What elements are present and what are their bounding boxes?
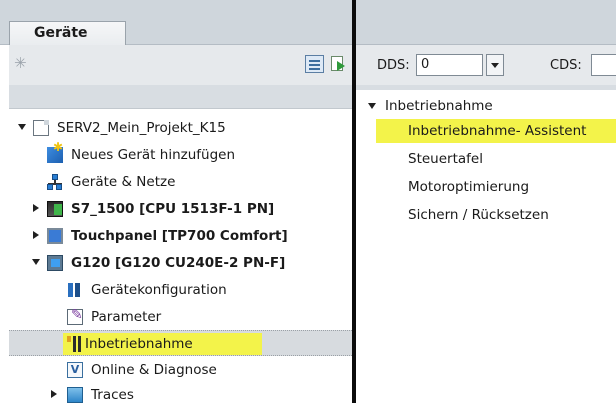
nav-item-label: Motoroptimierung (408, 179, 530, 195)
commissioning-icon (67, 336, 83, 352)
tree-item-online-diagnostics[interactable]: V Online & Diagnose (9, 357, 352, 383)
project-icon (33, 120, 49, 136)
tree-item-parameter[interactable]: Parameter (9, 304, 352, 330)
drive-toolbar: DDS: 0 CDS: (356, 45, 616, 85)
commissioning-pane: DDS: 0 CDS: Inbetriebnahme Inbetriebnahm… (356, 0, 616, 403)
group-label: Inbetriebnahme (385, 98, 493, 114)
tree-item-label: Geräte & Netze (71, 174, 176, 190)
tree-item-plc[interactable]: S7_1500 [CPU 1513F-1 PN] (9, 196, 352, 222)
tree-column-header (9, 85, 352, 109)
traces-folder-icon (67, 387, 83, 403)
nav-item-commissioning-wizard[interactable]: Inbetriebnahme- Assistent (356, 119, 616, 143)
network-icon (47, 174, 63, 190)
tree-item-commissioning[interactable]: Inbetriebnahme (9, 330, 352, 356)
tree-item-label: G120 [G120 CU240E-2 PN-F] (71, 255, 286, 271)
plc-icon (47, 201, 63, 217)
tree-item-label: Parameter (91, 309, 162, 325)
hmi-panel-icon (47, 228, 63, 244)
export-icon[interactable] (329, 55, 347, 73)
new-device-toolbar-icon[interactable]: ✳ (14, 54, 32, 72)
expand-arrow-icon[interactable] (18, 124, 26, 130)
detail-view-button[interactable] (305, 55, 324, 73)
expand-arrow-icon[interactable] (33, 204, 39, 212)
tree-item-hmi[interactable]: Touchpanel [TP700 Comfort] (9, 223, 352, 249)
project-tree-toolbar: ✳ (9, 45, 352, 85)
nav-item-label: Sichern / Rücksetzen (408, 207, 549, 223)
dds-value: 0 (421, 57, 430, 72)
tree-item-label: Gerätekonfiguration (91, 282, 227, 298)
nav-item-label: Steuertafel (408, 151, 483, 167)
dds-dropdown-button[interactable] (486, 54, 504, 76)
tree-item-label: SERV2_Mein_Projekt_K15 (57, 120, 226, 136)
drive-icon (47, 255, 63, 271)
dds-select[interactable]: 0 (416, 54, 483, 76)
expand-arrow-icon[interactable] (51, 390, 57, 398)
tree-item-label: Touchpanel [TP700 Comfort] (71, 228, 288, 244)
tab-geraete[interactable]: Geräte (9, 21, 126, 46)
nav-item-motor-optimization[interactable]: Motoroptimierung (356, 175, 616, 197)
nav-item-label: Inbetriebnahme- Assistent (408, 123, 587, 139)
tree-item-add-device[interactable]: Neues Gerät hinzufügen (9, 140, 352, 168)
right-tab-strip (356, 0, 616, 45)
collapse-arrow-icon[interactable] (32, 259, 40, 265)
tree-item-label: Traces (91, 387, 134, 403)
tree-item-devices-networks[interactable]: Geräte & Netze (9, 169, 352, 195)
left-tab-strip: Geräte (0, 0, 352, 46)
cds-select[interactable] (591, 54, 616, 76)
tree-item-device-configuration[interactable]: Gerätekonfiguration (9, 277, 352, 303)
expand-arrow-icon[interactable] (33, 231, 39, 239)
nav-item-backup-reset[interactable]: Sichern / Rücksetzen (356, 203, 616, 225)
right-pane-divider (356, 85, 616, 90)
group-header-inbetriebnahme[interactable]: Inbetriebnahme (356, 96, 616, 118)
tree-item-traces[interactable]: Traces (9, 382, 352, 403)
online-diagnostics-icon: V (67, 362, 83, 378)
dds-label: DDS: (377, 58, 410, 73)
tree-item-label: Neues Gerät hinzufügen (71, 147, 236, 163)
collapse-arrow-icon[interactable] (368, 103, 376, 109)
tree-item-label: S7_1500 [CPU 1513F-1 PN] (71, 201, 275, 217)
project-tree: SERV2_Mein_Projekt_K15 Neues Gerät hinzu… (9, 110, 352, 403)
tree-item-label: Inbetriebnahme (85, 336, 193, 352)
nav-item-control-panel[interactable]: Steuertafel (356, 147, 616, 169)
add-device-icon (47, 140, 63, 163)
tree-item-label: Online & Diagnose (91, 362, 217, 378)
project-tree-pane: Geräte ✳ SERV2_Mein_Projekt_K15 Neues Ge… (0, 0, 352, 403)
cds-label: CDS: (550, 58, 582, 73)
parameter-icon (67, 307, 83, 325)
device-config-icon (67, 282, 83, 298)
tree-item-project[interactable]: SERV2_Mein_Projekt_K15 (9, 115, 352, 141)
tree-item-drive[interactable]: G120 [G120 CU240E-2 PN-F] (9, 250, 352, 276)
